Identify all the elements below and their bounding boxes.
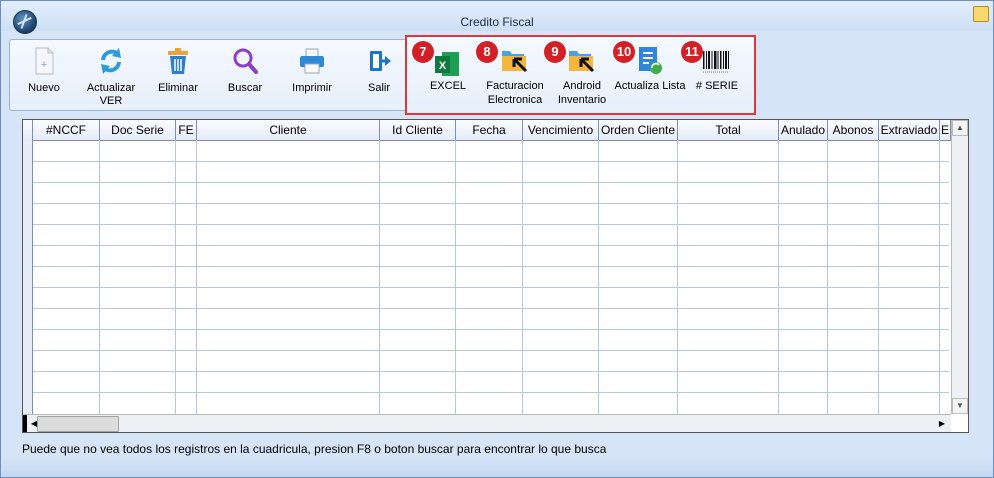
eliminar-label: Eliminar [158, 82, 198, 94]
buscar-button[interactable]: Buscar [215, 40, 275, 110]
table-row[interactable] [33, 245, 949, 246]
scroll-up-icon[interactable]: ▲ [952, 120, 968, 136]
horizontal-scroll-thumb[interactable] [37, 416, 119, 432]
list-refresh-icon [639, 47, 662, 74]
window-title: Credito Fiscal [460, 15, 534, 29]
bottom-frame [1, 457, 993, 477]
svg-text:X: X [439, 60, 447, 72]
android-label: Android Inventario [557, 80, 607, 106]
table-row[interactable] [33, 329, 949, 330]
scroll-down-icon[interactable]: ▼ [952, 398, 968, 414]
column-header-orden-cliente[interactable]: Orden Cliente [599, 120, 678, 140]
printer-icon [300, 48, 324, 74]
column-header-doc-serie[interactable]: Doc Serie [100, 120, 176, 140]
scroll-right-icon[interactable]: ▶ [935, 415, 949, 432]
imprimir-label: Imprimir [292, 82, 332, 94]
excel-button[interactable]: X EXCEL [413, 41, 483, 107]
table-row[interactable] [33, 371, 949, 372]
table-row[interactable] [33, 350, 949, 351]
excel-icon: X [435, 52, 459, 76]
status-message: Puede que no vea todos los registros en … [22, 442, 607, 456]
salir-button[interactable]: Salir [349, 40, 409, 110]
column-header-id-cliente[interactable]: Id Cliente [380, 120, 456, 140]
table-row[interactable] [33, 224, 949, 225]
row-indicator-header [23, 120, 33, 140]
table-row[interactable] [33, 203, 949, 204]
table-row[interactable] [33, 161, 949, 162]
title-bar[interactable]: Credito Fiscal [1, 1, 993, 34]
column-header-vencimiento[interactable]: Vencimiento [523, 120, 599, 140]
table-row[interactable] [33, 392, 949, 393]
imprimir-button[interactable]: Imprimir [282, 40, 342, 110]
exit-icon [370, 51, 391, 71]
table-row[interactable] [33, 266, 949, 267]
nuevo-label: Nuevo [28, 82, 60, 94]
salir-label: Salir [367, 82, 390, 94]
vertical-scrollbar[interactable]: ▲ ▼ [951, 120, 968, 414]
column-header-total[interactable]: Total [678, 120, 779, 140]
data-grid[interactable]: #NCCF Doc Serie FE Cliente Id Cliente Fe… [22, 119, 969, 433]
facturacion-electronica-button[interactable]: Facturacion Electronica [480, 41, 550, 107]
table-row[interactable] [33, 287, 949, 288]
folder-arrow-icon [502, 51, 528, 73]
new-document-icon: + [35, 47, 54, 75]
actualizar-label: Actualizar VER [86, 82, 136, 107]
serie-button[interactable]: # SERIE [682, 41, 752, 107]
column-header-nccf[interactable]: #NCCF [33, 120, 100, 140]
column-header-abonos[interactable]: Abonos [828, 120, 879, 140]
main-toolbar: + Nuevo Actualizar VER Eliminar Buscar I… [9, 39, 411, 111]
eliminar-button[interactable]: Eliminar [148, 40, 208, 110]
table-row[interactable] [33, 182, 949, 183]
column-header-fe[interactable]: FE [176, 120, 197, 140]
column-header-fecha[interactable]: Fecha [456, 120, 523, 140]
buscar-label: Buscar [227, 82, 263, 94]
serie-label: # SERIE [695, 80, 739, 92]
barcode-icon [703, 51, 729, 73]
folder-arrow-icon [569, 51, 595, 73]
app-window: Credito Fiscal + Nuevo Actualizar VER El… [0, 0, 994, 478]
svg-text:+: + [41, 59, 47, 71]
nuevo-button[interactable]: + Nuevo [14, 40, 74, 110]
trash-icon [168, 48, 188, 74]
grid-header: #NCCF Doc Serie FE Cliente Id Cliente Fe… [23, 120, 951, 141]
horizontal-scrollbar[interactable]: ◀ ▶ [23, 414, 951, 432]
column-header-cliente[interactable]: Cliente [197, 120, 380, 140]
search-icon [233, 48, 258, 74]
actualizar-button[interactable]: Actualizar VER [81, 40, 141, 110]
close-button[interactable] [973, 6, 989, 22]
row-indicator-column[interactable] [23, 140, 33, 414]
column-header-anulado[interactable]: Anulado [779, 120, 828, 140]
android-inventario-button[interactable]: Android Inventario [547, 41, 617, 107]
column-header-extraviado[interactable]: Extraviado [879, 120, 940, 140]
table-row[interactable] [33, 308, 949, 309]
column-header-e[interactable]: E [940, 120, 951, 140]
actualiza-lista-button[interactable]: Actualiza Lista [615, 41, 685, 107]
refresh-icon [101, 48, 121, 74]
